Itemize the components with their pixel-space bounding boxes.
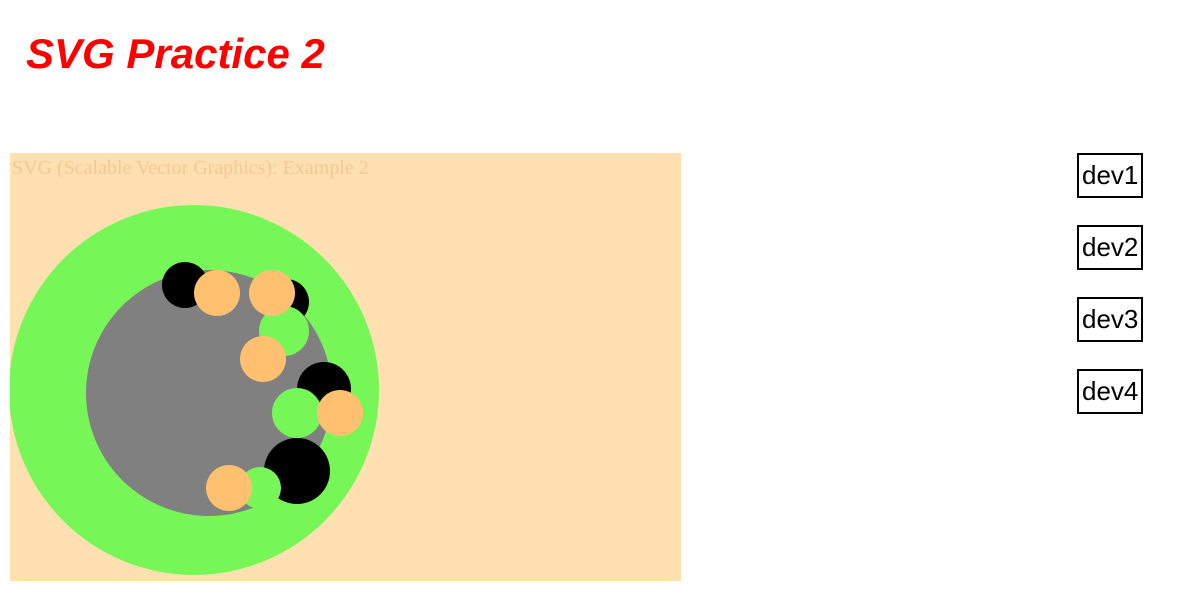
orange-circle xyxy=(194,270,240,316)
dev-list: dev1 dev2 dev3 dev4 xyxy=(1077,153,1167,441)
orange-circle xyxy=(240,336,286,382)
orange-circle xyxy=(249,270,295,316)
dev-box-2: dev2 xyxy=(1077,225,1144,270)
dev-box-1: dev1 xyxy=(1077,153,1144,198)
green-circle xyxy=(272,388,322,438)
dev-box-4: dev4 xyxy=(1077,369,1144,414)
svg-caption: SVG (Scalable Vector Graphics): Example … xyxy=(12,157,369,179)
page-title: SVG Practice 2 xyxy=(26,30,325,77)
dev-box-3: dev3 xyxy=(1077,297,1144,342)
orange-circle xyxy=(206,465,252,511)
orange-circle xyxy=(317,390,363,436)
svg-canvas: SVG (Scalable Vector Graphics): Example … xyxy=(10,153,681,581)
